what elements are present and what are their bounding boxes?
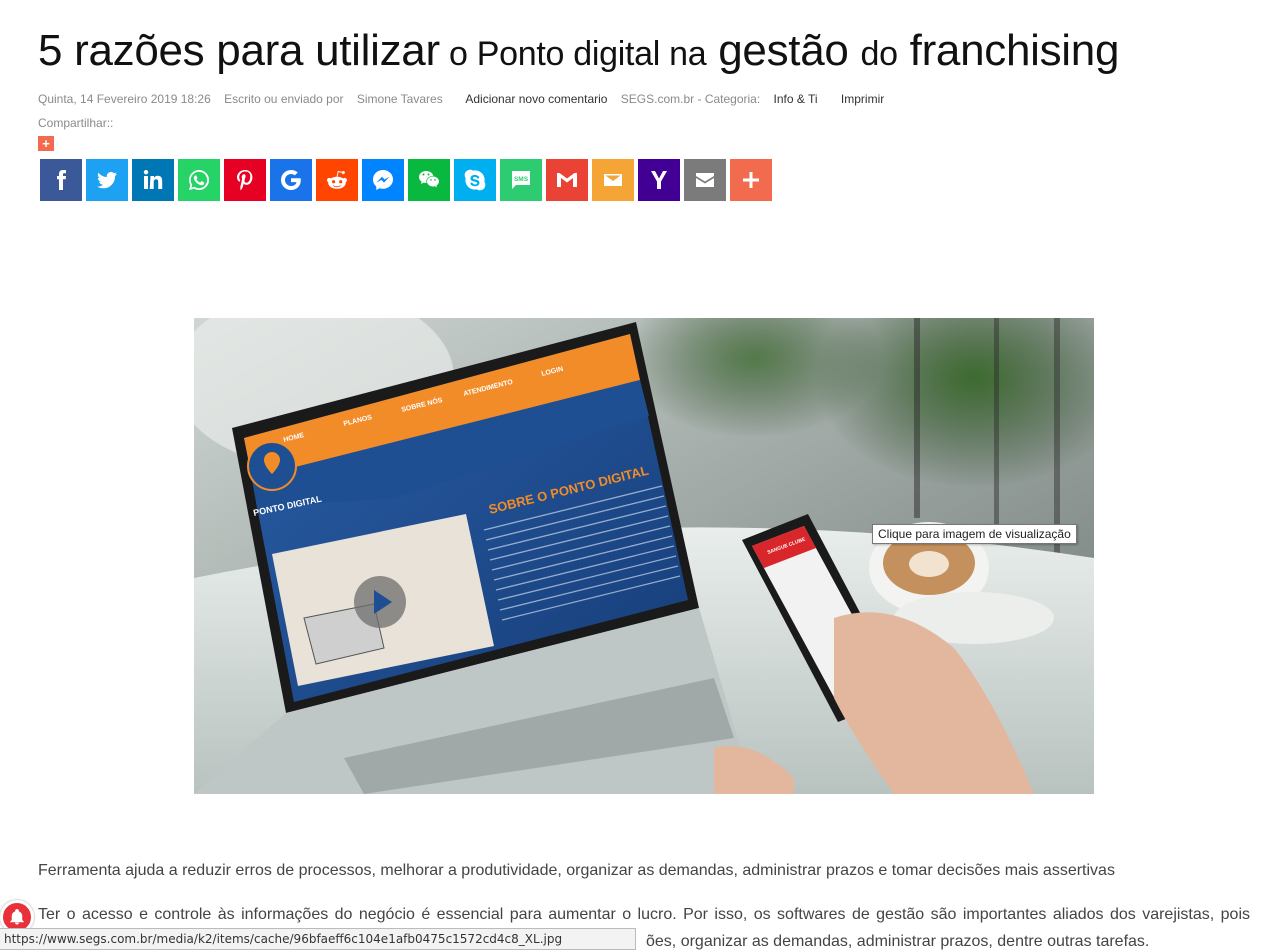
- title-text: gestão: [706, 26, 861, 75]
- yahoo-share-button[interactable]: [638, 159, 680, 201]
- article-meta: Quinta, 14 Fevereiro 2019 18:26 Escrito …: [38, 92, 894, 106]
- wechat-share-button[interactable]: [408, 159, 450, 201]
- gmail-icon: [557, 173, 577, 187]
- add-comment-link[interactable]: Adicionar novo comentario: [465, 92, 607, 106]
- google-icon: [281, 169, 301, 190]
- skype-share-button[interactable]: [454, 159, 496, 201]
- facebook-share-button[interactable]: [40, 159, 82, 201]
- yahoo-icon: [651, 171, 667, 189]
- linkedin-icon: [143, 170, 163, 189]
- title-text: o Ponto digital: [439, 35, 670, 73]
- article-date: Quinta, 14 Fevereiro 2019 18:26: [38, 92, 211, 106]
- envelope-icon: [696, 173, 714, 187]
- messenger-icon: [373, 170, 393, 190]
- messenger-share-button[interactable]: [362, 159, 404, 201]
- sms-share-button[interactable]: SMS: [500, 159, 542, 201]
- email-share-button[interactable]: [592, 159, 634, 201]
- article-lead: Ferramenta ajuda a reduzir erros de proc…: [38, 862, 1115, 879]
- author-label: Escrito ou enviado por: [224, 92, 344, 106]
- browser-status-url: https://www.segs.com.br/media/k2/items/c…: [0, 928, 636, 950]
- svg-text:SMS: SMS: [514, 176, 529, 183]
- author-link[interactable]: Simone Tavares: [357, 92, 443, 106]
- article-paragraph: Ter o acesso e controle às informações d…: [38, 906, 1250, 923]
- category-link[interactable]: Info & Ti: [774, 92, 818, 106]
- gmail-share-button[interactable]: [546, 159, 588, 201]
- envelope-icon: [604, 174, 622, 186]
- print-link[interactable]: Imprimir: [841, 92, 884, 106]
- twitter-icon: [97, 171, 117, 189]
- share-label: Compartilhar::: [38, 116, 114, 130]
- whatsapp-icon: [189, 169, 210, 190]
- pinterest-share-button[interactable]: [224, 159, 266, 201]
- twitter-share-button[interactable]: [86, 159, 128, 201]
- skype-icon: [464, 169, 486, 191]
- share-plus-button[interactable]: +: [38, 136, 54, 151]
- title-text: do: [860, 35, 899, 73]
- hero-tooltip: Clique para imagem de visualização: [872, 524, 1077, 544]
- article-title: 5 razões para utilizar o Ponto digital n…: [38, 26, 1119, 76]
- hero-photo: HOME PLANOS SOBRE NÓS ATENDIMENTO LOGIN …: [194, 318, 1094, 794]
- linkedin-share-button[interactable]: [132, 159, 174, 201]
- reddit-share-button[interactable]: [316, 159, 358, 201]
- whatsapp-share-button[interactable]: [178, 159, 220, 201]
- reddit-icon: [326, 170, 347, 189]
- facebook-icon: [57, 170, 66, 190]
- google-share-button[interactable]: [270, 159, 312, 201]
- title-text: 5 razões para utilizar: [38, 26, 440, 75]
- email-gray-share-button[interactable]: [684, 159, 726, 201]
- pinterest-icon: [237, 170, 253, 191]
- article-paragraph-continued: ões, organizar as demandas, administrar …: [646, 933, 1150, 950]
- wechat-icon: [419, 171, 439, 188]
- bell-icon: [10, 909, 24, 925]
- category-label: SEGS.com.br - Categoria:: [620, 92, 761, 106]
- article-hero-image[interactable]: HOME PLANOS SOBRE NÓS ATENDIMENTO LOGIN …: [194, 318, 1094, 794]
- plus-icon: [743, 172, 759, 188]
- more-share-button[interactable]: [730, 159, 772, 201]
- sms-icon: SMS: [512, 171, 530, 189]
- title-text: franchising: [897, 26, 1120, 75]
- social-share-bar: SMS: [40, 159, 772, 201]
- title-text: na: [669, 35, 707, 73]
